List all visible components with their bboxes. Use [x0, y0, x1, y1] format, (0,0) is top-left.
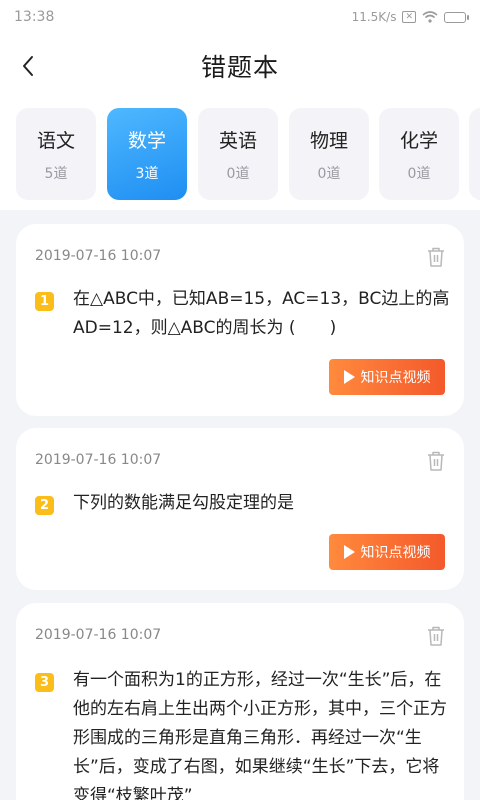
chevron-left-icon — [23, 56, 33, 76]
question-number-badge: 3 — [35, 673, 54, 692]
tab-physics[interactable]: 物理 0道 — [289, 108, 369, 200]
question-text[interactable]: 下列的数能满足勾股定理的是 — [73, 489, 451, 518]
tab-count: 3道 — [135, 165, 159, 182]
play-icon — [343, 370, 355, 384]
battery-icon — [444, 11, 469, 23]
tab-chinese[interactable]: 语文 5道 — [16, 108, 96, 200]
knowledge-video-label: 知识点视频 — [360, 545, 431, 561]
no-sim-icon: ✕ — [402, 11, 416, 23]
question-card: 2019-07-16 10:07 2 下列的数能满足勾股定理的是 知识点视频 — [16, 428, 464, 590]
network-speed: 11.5K/s — [351, 10, 397, 24]
question-date: 2019-07-16 10:07 — [35, 452, 162, 468]
question-number-badge: 1 — [35, 292, 54, 311]
trash-icon[interactable] — [426, 625, 446, 647]
tab-label: 化学 — [399, 129, 438, 152]
subject-tabs: 语文 5道 数学 3道 英语 0道 物理 0道 化学 0道 — [0, 98, 480, 210]
tab-label: 物理 — [309, 129, 348, 152]
header: 错题本 — [0, 34, 480, 98]
question-text[interactable]: 在△ABC中，已知AB=15，AC=13，BC边上的高AD=12，则△ABC的周… — [73, 285, 451, 343]
question-card: 2019-07-16 10:07 1 在△ABC中，已知AB=15，AC=13，… — [16, 224, 464, 416]
tab-chemistry[interactable]: 化学 0道 — [379, 108, 459, 200]
question-date: 2019-07-16 10:07 — [35, 248, 162, 264]
trash-icon[interactable] — [426, 246, 446, 268]
status-icons: 11.5K/s ✕ — [351, 10, 469, 24]
knowledge-video-label: 知识点视频 — [360, 370, 431, 386]
tab-next-partial[interactable] — [469, 108, 480, 200]
tab-english[interactable]: 英语 0道 — [198, 108, 278, 200]
question-card: 2019-07-16 10:07 3 有一个面积为1的正方形，经过一次“生长”后… — [16, 603, 464, 800]
tab-count: 0道 — [317, 165, 341, 182]
tab-label: 语文 — [36, 129, 75, 152]
question-date: 2019-07-16 10:07 — [35, 627, 162, 643]
tab-count: 5道 — [44, 165, 68, 182]
status-bar: 13:38 11.5K/s ✕ — [0, 0, 480, 34]
knowledge-video-button[interactable]: 知识点视频 — [329, 359, 445, 395]
status-time: 13:38 — [14, 9, 55, 25]
tab-count: 0道 — [407, 165, 431, 182]
back-button[interactable] — [10, 48, 46, 84]
tab-math[interactable]: 数学 3道 — [107, 108, 187, 200]
play-icon — [343, 545, 355, 559]
tab-label: 数学 — [127, 129, 166, 152]
wifi-icon — [422, 11, 438, 23]
tab-label: 英语 — [218, 129, 257, 152]
tab-count: 0道 — [226, 165, 250, 182]
question-text[interactable]: 有一个面积为1的正方形，经过一次“生长”后，在他的左右肩上生出两个小正方形，其中… — [73, 666, 451, 800]
trash-icon[interactable] — [426, 450, 446, 472]
page-title: 错题本 — [200, 53, 279, 82]
knowledge-video-button[interactable]: 知识点视频 — [329, 534, 445, 570]
question-number-badge: 2 — [35, 496, 54, 515]
